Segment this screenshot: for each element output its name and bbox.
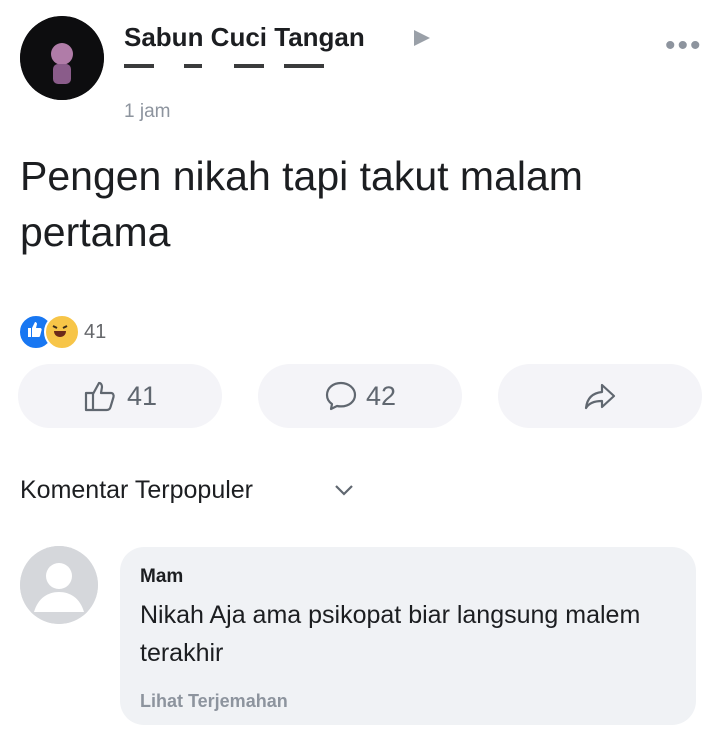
comment-count: 42 — [365, 380, 397, 411]
like-button[interactable]: 41 — [18, 364, 222, 428]
post-text: Pengen nikah tapi takut malam pertama — [20, 153, 583, 255]
reactions-summary[interactable]: 41 — [18, 314, 107, 350]
author-name[interactable]: Sabun Cuci Tangan — [124, 22, 365, 53]
author-avatar[interactable] — [20, 16, 104, 100]
profile-picture-icon — [20, 16, 104, 100]
see-translation-link[interactable]: Lihat Terjemahan — [140, 691, 288, 712]
share-arrow-icon — [584, 383, 616, 410]
obscured-text-icon — [124, 64, 324, 68]
commenter-name[interactable]: Mam — [140, 566, 183, 588]
more-horizontal-icon[interactable]: ••• — [665, 31, 703, 61]
commenter-avatar[interactable] — [20, 546, 98, 624]
like-count: 41 — [126, 380, 158, 411]
post-timestamp[interactable]: 1 jam — [124, 101, 170, 123]
share-button[interactable] — [498, 364, 702, 428]
comment-button[interactable]: 42 — [258, 364, 462, 428]
share-to-arrow-icon — [414, 30, 430, 46]
thumbs-up-icon — [84, 381, 115, 412]
reaction-count: 41 — [84, 320, 107, 343]
default-user-icon — [20, 546, 98, 624]
haha-reaction-icon — [44, 314, 80, 350]
comment-text: Nikah Aja ama psikopat biar langsung mal… — [140, 601, 641, 667]
group-name-obscured — [124, 58, 384, 72]
chevron-down-icon[interactable] — [332, 482, 356, 503]
comment-sort-label[interactable]: Komentar Terpopuler — [20, 476, 253, 505]
comment-bubble-icon — [325, 381, 357, 411]
